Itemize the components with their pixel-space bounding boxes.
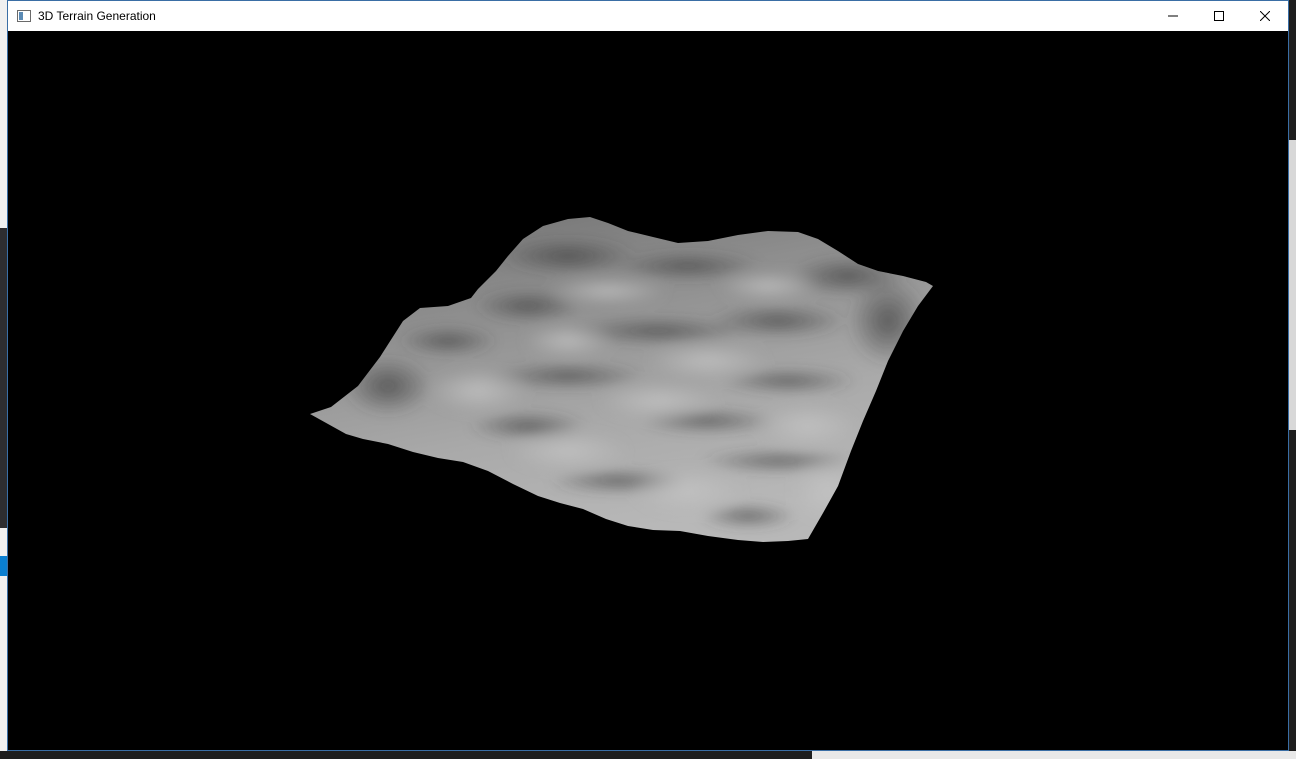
background-window-right-light: [1288, 140, 1296, 430]
minimize-icon: [1168, 15, 1178, 17]
minimize-button[interactable]: [1150, 1, 1196, 31]
background-bottom-light: [812, 751, 1296, 759]
window-controls: [1150, 1, 1288, 31]
maximize-button[interactable]: [1196, 1, 1242, 31]
render-viewport[interactable]: [8, 31, 1288, 750]
close-icon: [1260, 11, 1270, 21]
close-button[interactable]: [1242, 1, 1288, 31]
terrain-mesh: [310, 217, 933, 542]
maximize-icon: [1214, 11, 1224, 21]
app-icon[interactable]: [17, 10, 31, 22]
window-title: 3D Terrain Generation: [38, 9, 156, 23]
app-window: 3D Terrain Generation: [7, 0, 1289, 751]
title-bar[interactable]: 3D Terrain Generation: [8, 1, 1288, 31]
